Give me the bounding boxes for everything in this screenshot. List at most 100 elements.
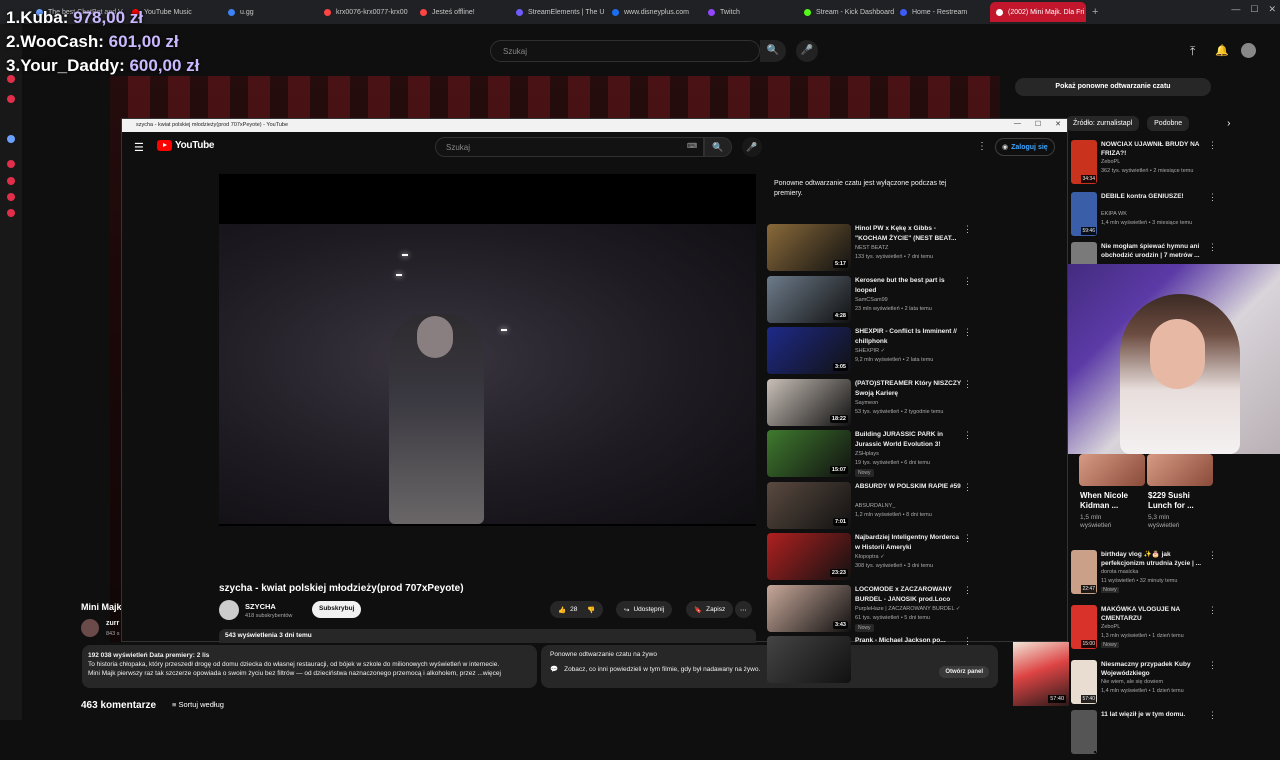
recommended-video-channel[interactable]: Saymeon	[855, 400, 878, 406]
sign-in-button[interactable]: ◉ Zaloguj się	[995, 138, 1055, 156]
recommended-video-channel[interactable]: SamCSam99	[855, 297, 888, 303]
short-title[interactable]: $229 Sushi Lunch for ...	[1148, 491, 1204, 511]
dislike-icon[interactable]: 👎	[587, 606, 595, 614]
related-video-thumbnail[interactable]: 57:40	[1013, 642, 1069, 706]
video-player[interactable]	[219, 174, 756, 526]
short-thumbnail[interactable]	[1147, 454, 1213, 486]
kebab-menu-icon[interactable]: ⋮	[1208, 710, 1217, 721]
mic-icon[interactable]: 🎤	[796, 40, 818, 62]
related-video-title[interactable]: DEBILE kontra GENIUSZE!	[1101, 192, 1209, 201]
kebab-menu-icon[interactable]: ⋮	[1208, 605, 1217, 616]
related-video-item[interactable]: 59:46 DEBILE kontra GENIUSZE! EKIPA WK 1,4 …	[1071, 192, 1221, 242]
recommended-video-title[interactable]: LOCOMODE x ZACZAROWANY BURDEL - JANOSIK …	[855, 585, 963, 605]
related-video-thumbnail[interactable]: 59:46	[1071, 192, 1097, 236]
channel-name[interactable]: SZYCHA	[245, 602, 276, 611]
recommended-video-item[interactable]: 3:43 LOCOMODE x ZACZAROWANY BURDEL - JANO…	[767, 584, 972, 635]
video-view-count[interactable]: 543 wyświetlenia 3 dni temu	[219, 629, 756, 643]
recommended-video-item[interactable]: 3:05 SHEXPIR - Conflict Is Imminent // ch…	[767, 327, 972, 377]
browser-tab[interactable]: (2002) Mini Majk. Dla Fri	[990, 2, 1086, 22]
kebab-menu-icon[interactable]: ⋮	[963, 430, 972, 441]
recommended-video-title[interactable]: Najbardziej Inteligentny Morderca w Hist…	[855, 533, 963, 553]
recommended-video-title[interactable]: Hinol PW x Kękę x Gibbs - "KOCHAM ŻYCIE"…	[855, 224, 963, 244]
kebab-menu-icon[interactable]: ⋮	[1208, 242, 1217, 253]
chip-similar[interactable]: Podobne	[1147, 116, 1190, 131]
recommended-video-thumbnail[interactable]: 3:05	[767, 327, 851, 374]
recommended-video-title[interactable]: Prank - Michael Jackson po...	[855, 636, 963, 646]
related-video-title[interactable]: MAKÓWKA VLOGUJE NA CMENTARZU	[1101, 605, 1209, 623]
recommended-video-thumbnail[interactable]: 15:07	[767, 430, 851, 477]
related-video-title[interactable]: 11 lat więził je w tym domu.	[1101, 710, 1209, 719]
browser-tab[interactable]: krx0076-krx0077-krx00	[318, 2, 414, 22]
channel-avatar[interactable]	[81, 619, 99, 637]
related-video-title[interactable]: NOWCIAX UJAWNIŁ BRUDY NA FRIZA?!	[1101, 140, 1209, 158]
sidebar-app-icon[interactable]	[7, 193, 15, 201]
recommended-video-channel[interactable]: NEST BEATZ	[855, 245, 888, 251]
maximize-icon[interactable]: ☐	[1250, 4, 1258, 15]
recommended-video-thumbnail[interactable]: 23:23	[767, 533, 851, 580]
sidebar-app-icon[interactable]	[7, 95, 15, 103]
related-video-item[interactable]: 22:47 birthday vlog ✨🎂 jak perfekcjonizm …	[1071, 550, 1221, 600]
related-video-channel[interactable]: dorota masicka	[1101, 569, 1138, 575]
sort-comments-button[interactable]: ≡ Sortuj według	[172, 700, 224, 709]
related-video-channel[interactable]: EKIPA WK	[1101, 211, 1127, 217]
new-tab-button[interactable]: +	[1092, 6, 1098, 18]
kebab-menu-icon[interactable]: ⋮	[1208, 660, 1217, 671]
related-video-thumbnail[interactable]: 57:40	[1071, 660, 1097, 704]
recommended-video-item[interactable]: 15:07 Building JURASSIC PARK in Jurassic …	[767, 430, 972, 480]
sidebar-app-icon[interactable]	[7, 177, 15, 185]
related-video-thumbnail[interactable]: 22:47	[1071, 550, 1097, 594]
kebab-menu-icon[interactable]: ⋮	[963, 533, 972, 544]
recommended-video-title[interactable]: Building JURASSIC PARK in Jurassic World…	[855, 430, 963, 450]
sidebar-app-icon[interactable]	[7, 160, 15, 168]
recommended-video-channel[interactable]: SHEXPIR ✓	[855, 348, 885, 354]
kebab-menu-icon[interactable]: ⋮	[963, 224, 972, 235]
close-icon[interactable]: ✕	[1268, 4, 1276, 15]
recommended-video-item[interactable]: 5:17 Hinol PW x Kękę x Gibbs - "KOCHAM ŻY…	[767, 224, 972, 274]
kebab-menu-icon[interactable]: ⋮	[1208, 192, 1217, 203]
kebab-menu-icon[interactable]: ⋮	[963, 482, 972, 493]
keyboard-icon[interactable]: ⌨	[687, 142, 697, 150]
recommended-video-thumbnail[interactable]: 3:43	[767, 584, 851, 632]
search-icon[interactable]: 🔍	[704, 137, 732, 157]
show-chat-replay-button[interactable]: Pokaż ponowne odtwarzanie czatu	[1015, 78, 1211, 96]
search-icon[interactable]: 🔍	[760, 40, 786, 62]
chevron-right-icon[interactable]: ›	[1227, 118, 1230, 129]
related-video-title[interactable]: Nie mogłam śpiewać hymnu ani obchodzić u…	[1101, 242, 1209, 260]
kebab-menu-icon[interactable]: ⋮	[963, 379, 972, 390]
channel-avatar[interactable]	[219, 600, 239, 620]
recommended-video-thumbnail[interactable]: 4:28	[767, 275, 851, 323]
recommended-video-thumbnail[interactable]: 7:01	[767, 481, 851, 529]
minimize-icon[interactable]: —	[1014, 120, 1021, 128]
sidebar-app-icon[interactable]	[7, 209, 15, 217]
background-search-input[interactable]: Szukaj	[490, 40, 760, 62]
browser-tab[interactable]: Jesteś offline!	[414, 2, 510, 22]
recommended-video-channel[interactable]: ABSURDALNY_	[855, 503, 895, 509]
browser-tab[interactable]: StreamElements | The U	[510, 2, 606, 22]
related-video-channel[interactable]: ZeboPL	[1101, 624, 1120, 630]
browser-tab[interactable]: Stream - Kick Dashboard	[798, 2, 894, 22]
related-video-item[interactable]: 57:40 Niesmaczny przypadek Kuby Wojewódzk…	[1071, 660, 1221, 710]
description-box[interactable]: 192 038 wyświetleń Data premiery: 2 lis …	[82, 645, 537, 688]
mic-icon[interactable]: 🎤	[742, 137, 762, 157]
youtube-logo[interactable]: YouTube	[157, 140, 215, 151]
bell-icon[interactable]: 🔔	[1215, 44, 1229, 57]
recommended-video-item[interactable]: Prank - Michael Jackson po... ⋮	[767, 636, 972, 686]
kebab-menu-icon[interactable]: ⋮	[1208, 550, 1217, 561]
avatar[interactable]	[1241, 43, 1256, 58]
related-video-thumbnail[interactable]: 34:34	[1071, 140, 1097, 184]
related-video-title[interactable]: birthday vlog ✨🎂 jak perfekcjonizm utrud…	[1101, 550, 1209, 568]
kebab-menu-icon[interactable]: ⋮	[963, 636, 972, 647]
subscribe-button[interactable]: Subskrybuj	[312, 601, 362, 618]
browser-tab[interactable]: Home - Restream	[894, 2, 990, 22]
sidebar-app-icon[interactable]	[7, 75, 15, 83]
upload-icon[interactable]: ⤒	[1190, 44, 1195, 59]
recommended-video-channel[interactable]: PurpleHaze | ZACZAROWANY BURDEL ✓	[855, 606, 960, 612]
kebab-menu-icon[interactable]: ⋮	[963, 276, 972, 287]
kebab-menu-icon[interactable]: ⋮	[977, 141, 987, 152]
recommended-video-item[interactable]: 7:01 ABSURDY W POLSKIM RAPIE #59 ABSURDALN…	[767, 481, 972, 532]
sidebar-app-icon[interactable]	[7, 135, 15, 143]
close-icon[interactable]: ✕	[1055, 120, 1061, 128]
mini-channel-name[interactable]: Mini Majk	[81, 602, 122, 612]
share-button[interactable]: ↪ Udostępnij	[616, 601, 673, 618]
related-video-item[interactable]: 15:00 MAKÓWKA VLOGUJE NA CMENTARZU ZeboPL 1…	[1071, 605, 1221, 655]
